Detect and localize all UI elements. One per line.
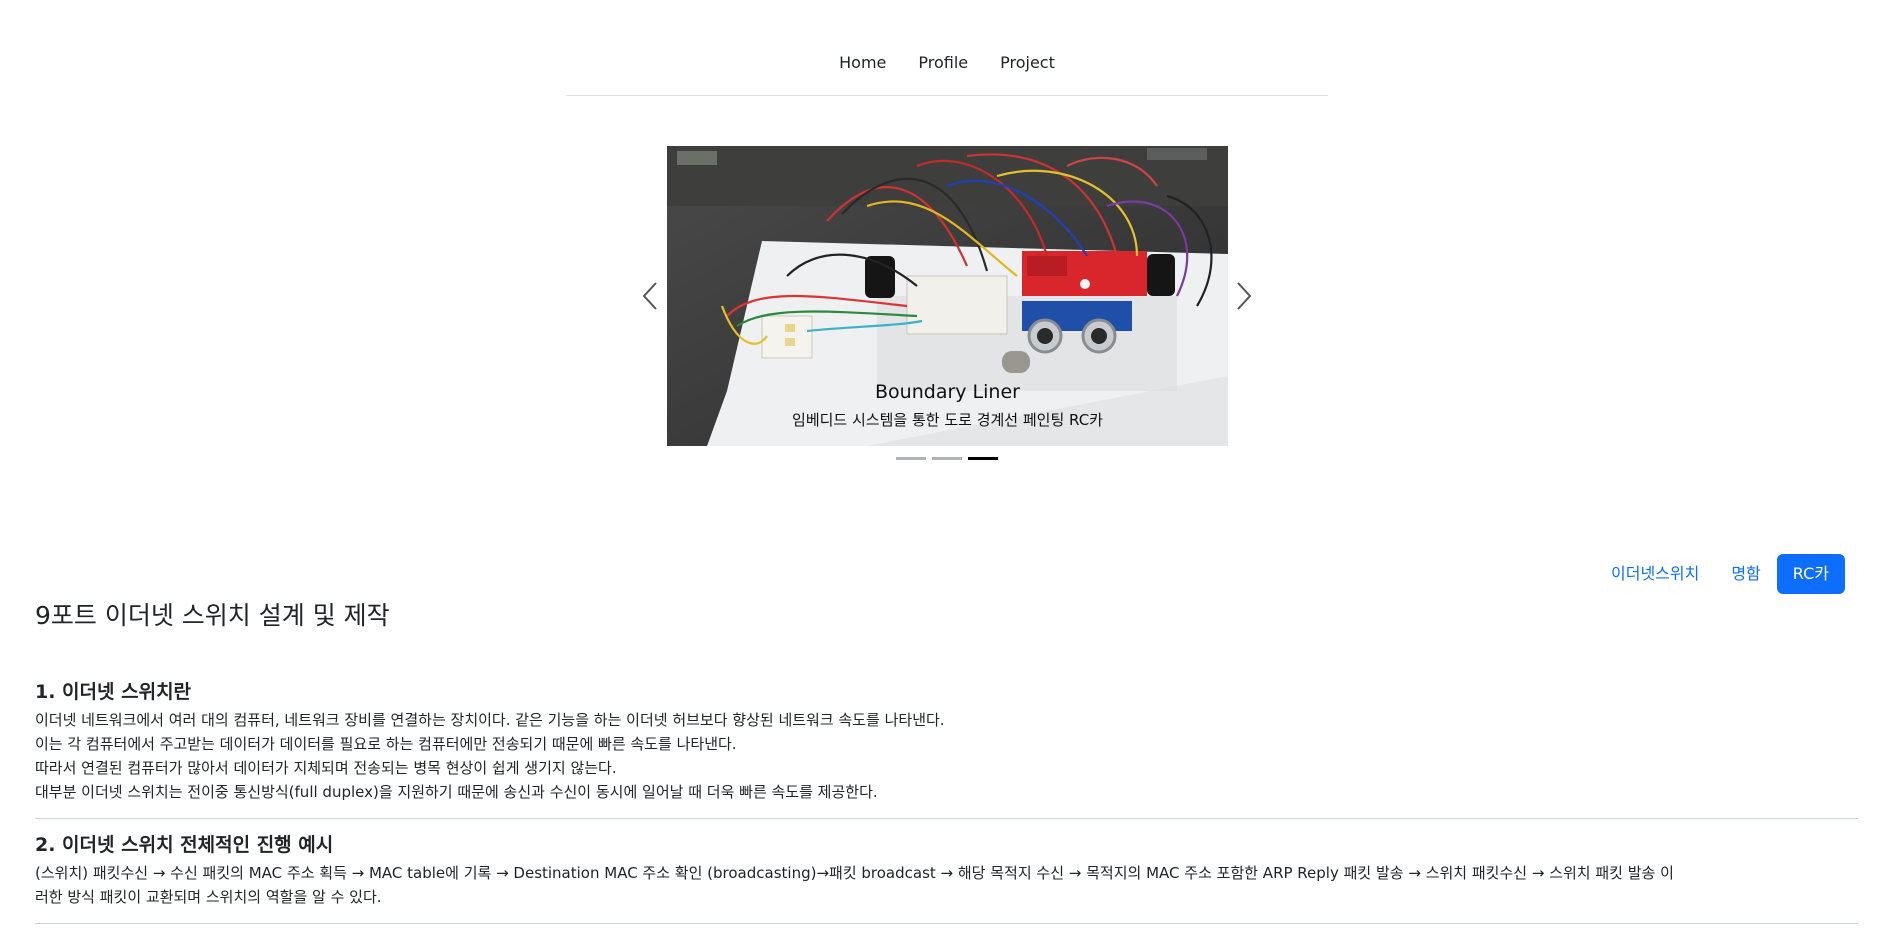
- tab-business-card[interactable]: 명함: [1715, 554, 1776, 594]
- nav-home-link[interactable]: Home: [823, 45, 902, 81]
- section-line: 대부분 이더넷 스위치는 전이중 통신방식(full duplex)을 지원하기…: [35, 783, 878, 801]
- section-heading: 1. 이더넷 스위치란: [35, 681, 192, 703]
- carousel-indicator-2[interactable]: [932, 457, 962, 460]
- carousel-prev-button[interactable]: [632, 276, 668, 316]
- section-1: 1. 이더넷 스위치란 이더넷 네트워크에서 여러 대의 컴퓨터, 네트워크 장…: [35, 678, 1858, 804]
- carousel-next-button[interactable]: [1226, 276, 1262, 316]
- carousel-caption-subtitle: 임베디드 시스템을 통한 도로 경계선 페인팅 RC카: [792, 411, 1103, 429]
- section-line: 이는 각 컴퓨터에서 주고받는 데이터가 데이터를 필요로 하는 컴퓨터에만 전…: [35, 735, 737, 753]
- chevron-right-icon: [1237, 282, 1252, 310]
- carousel-caption: Boundary Liner 임베디드 시스템을 통한 도로 경계선 페인팅 R…: [667, 380, 1228, 430]
- section-line: (스위치) 패킷수신 → 수신 패킷의 MAC 주소 획득 → MAC tabl…: [35, 864, 1674, 882]
- nav-project-link[interactable]: Project: [984, 45, 1071, 81]
- project-carousel: Boundary Liner 임베디드 시스템을 통한 도로 경계선 페인팅 R…: [667, 146, 1228, 446]
- tab-content: 9포트 이더넷 스위치 설계 및 제작 1. 이더넷 스위치란 이더넷 네트워크…: [35, 598, 1858, 936]
- section-line: 러한 방식 패킷이 교환되며 스위치의 역할을 알 수 있다.: [35, 888, 382, 906]
- section-line: 이더넷 네트워크에서 여러 대의 컴퓨터, 네트워크 장비를 연결하는 장치이다…: [35, 711, 945, 729]
- carousel-indicator-1[interactable]: [896, 457, 926, 460]
- project-tabs: 이더넷스위치 명함 RC카: [1595, 554, 1845, 594]
- carousel-indicator-3[interactable]: [968, 457, 998, 460]
- section-line: 따라서 연결된 컴퓨터가 많아서 데이터가 지체되며 전송되는 병목 현상이 쉽…: [35, 759, 617, 777]
- carousel-indicators: [896, 457, 998, 460]
- chevron-left-icon: [642, 282, 657, 310]
- divider: [35, 923, 1858, 924]
- carousel-caption-title: Boundary Liner: [875, 381, 1020, 403]
- tab-rc-car[interactable]: RC카: [1776, 554, 1845, 594]
- divider: [35, 818, 1858, 819]
- section-2: 2. 이더넷 스위치 전체적인 진행 예시 (스위치) 패킷수신 → 수신 패킷…: [35, 831, 1858, 909]
- nav-profile-link[interactable]: Profile: [902, 45, 984, 81]
- top-nav: Home Profile Project: [566, 44, 1328, 96]
- section-heading: 2. 이더넷 스위치 전체적인 진행 예시: [35, 834, 334, 856]
- tab-ethernet-switch[interactable]: 이더넷스위치: [1595, 554, 1715, 594]
- page-title: 9포트 이더넷 스위치 설계 및 제작: [35, 601, 390, 630]
